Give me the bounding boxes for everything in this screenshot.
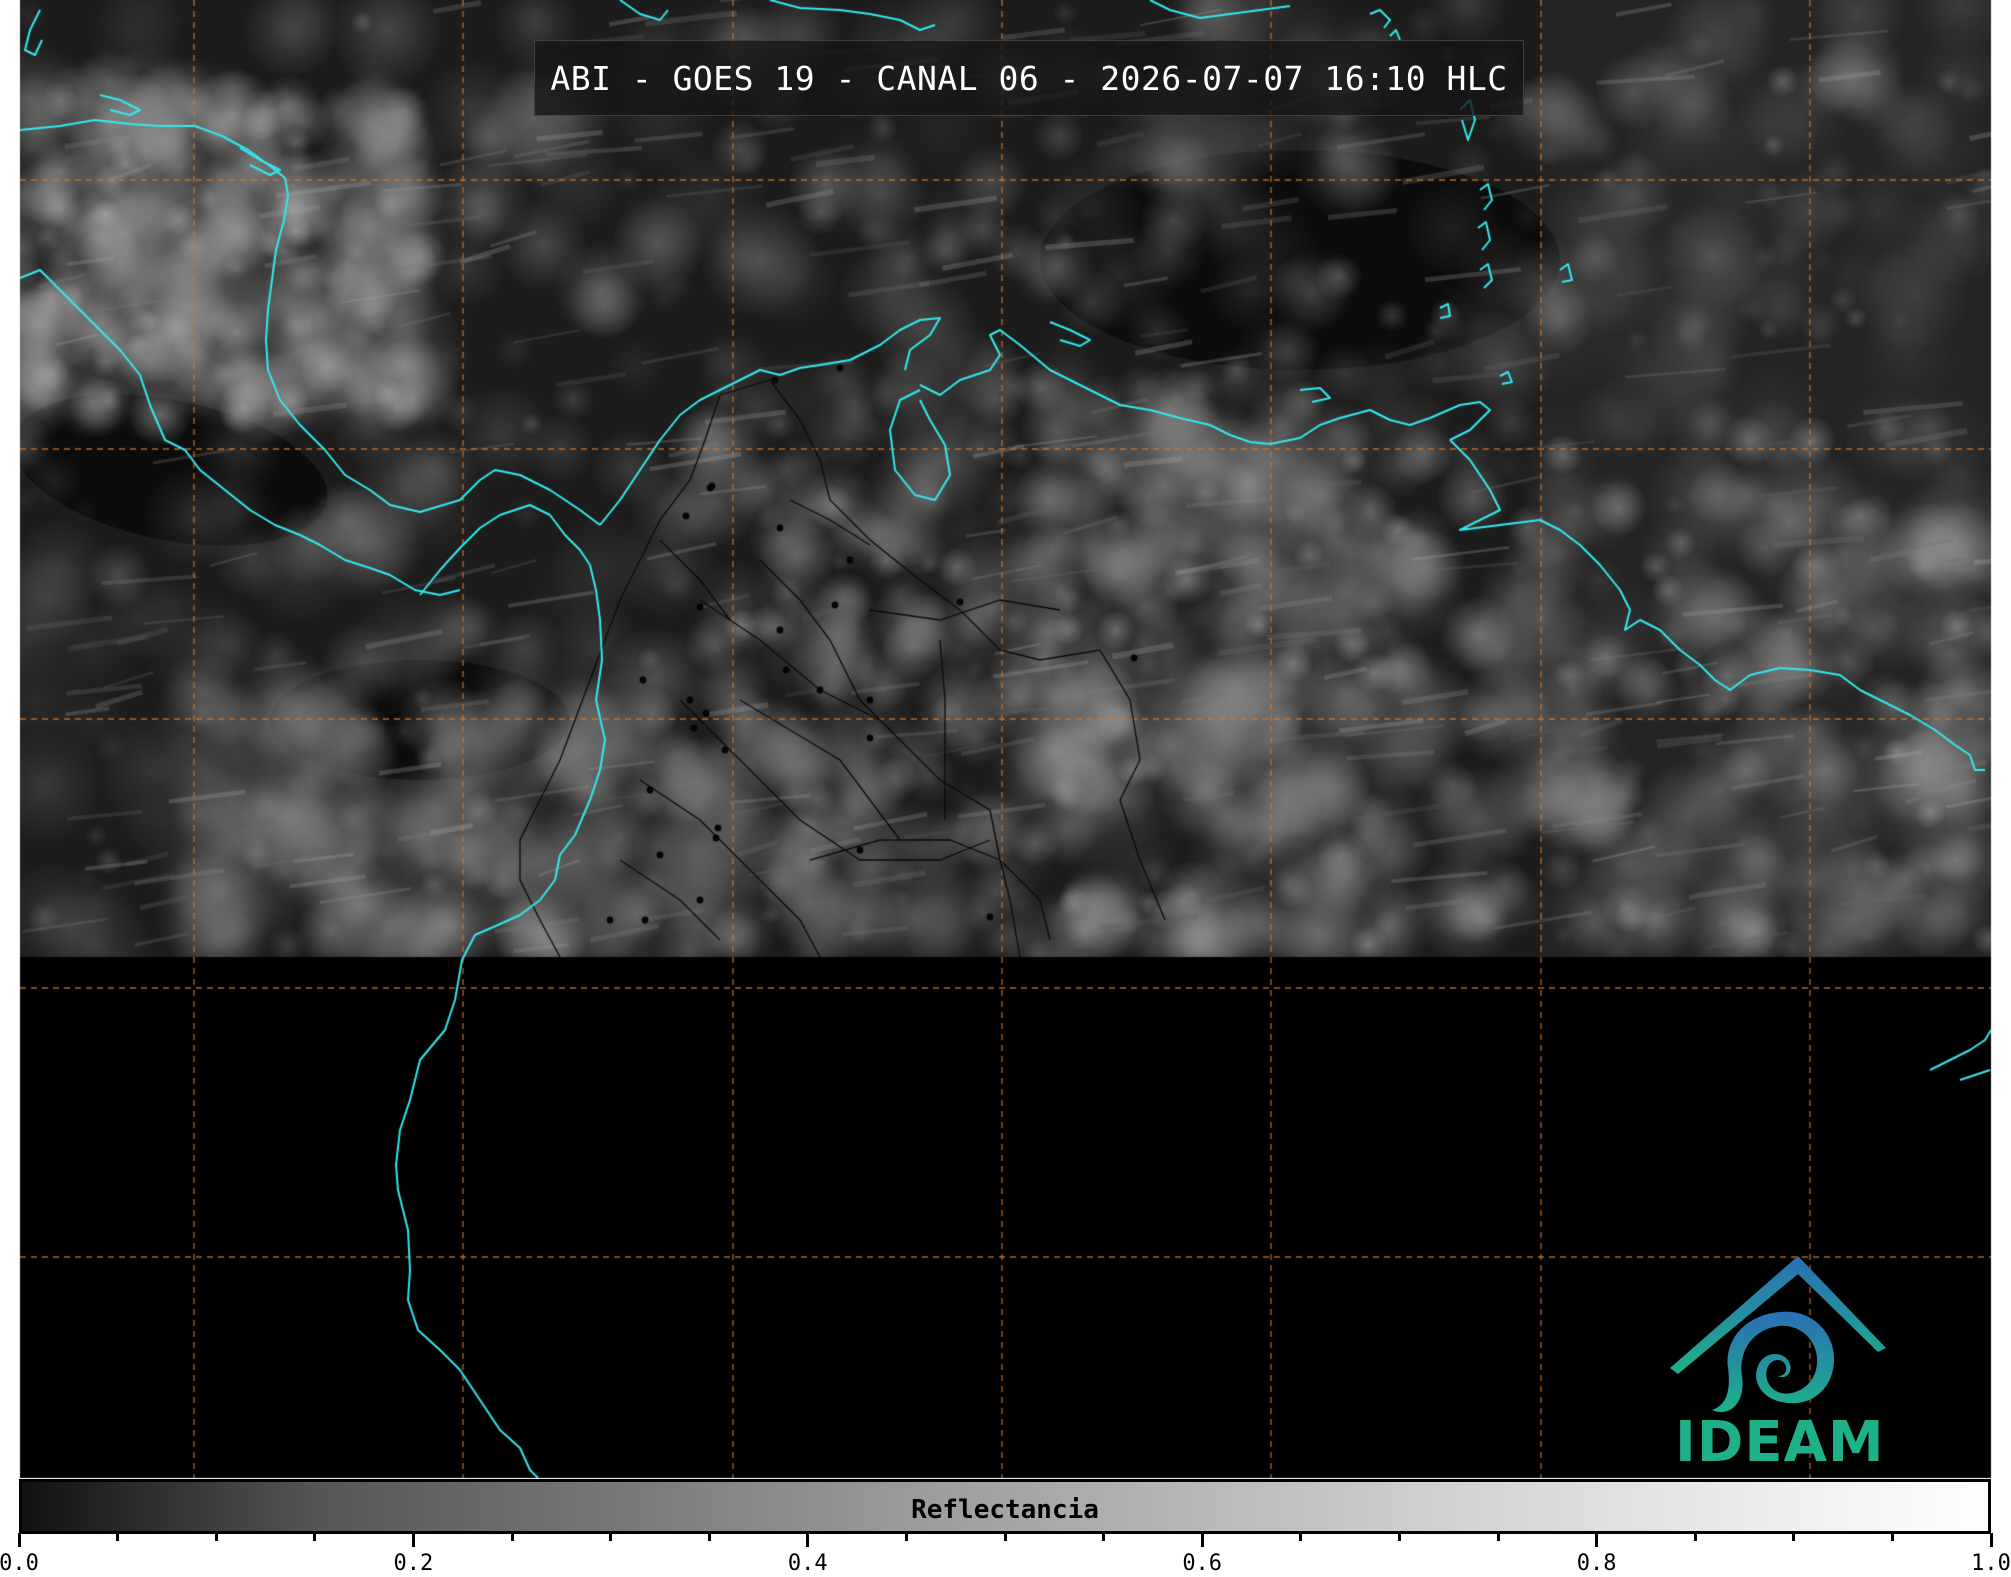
- colorbar-tick-label: 0.4: [787, 1551, 828, 1576]
- colorbar-tick-label: 0.6: [1182, 1551, 1223, 1576]
- colorbar-tick-label: 1.0: [1971, 1551, 2011, 1576]
- colorbar-tick-mark: [904, 1533, 908, 1541]
- colorbar-tick-mark: [707, 1533, 711, 1541]
- colorbar-tick-mark: [1299, 1533, 1303, 1541]
- colorbar-tick-mark: [1989, 1533, 1993, 1547]
- colorbar-tick-mark: [510, 1533, 514, 1541]
- colorbar-tick-mark: [17, 1533, 21, 1547]
- colorbar-tick-mark: [1792, 1533, 1796, 1541]
- colorbar-tick-label: 0.2: [393, 1551, 434, 1576]
- colorbar-tick-mark: [1890, 1533, 1894, 1541]
- colorbar-tick-mark: [1693, 1533, 1697, 1541]
- colorbar-tick-label: 0.8: [1576, 1551, 1617, 1576]
- colorbar-tick-mark: [1003, 1533, 1007, 1541]
- colorbar-tick-mark: [806, 1533, 810, 1547]
- colorbar-tick-mark: [1200, 1533, 1204, 1547]
- map-title: ABI - GOES 19 - CANAL 06 - 2026-07-07 16…: [534, 40, 1524, 116]
- colorbar-label: Reflectancia: [911, 1494, 1099, 1525]
- colorbar-tick-mark: [214, 1533, 218, 1541]
- colorbar-tick-mark: [1595, 1533, 1599, 1547]
- colorbar: Reflectancia: [19, 1479, 1991, 1534]
- ideam-logo-text: IDEAM: [1675, 1410, 1885, 1475]
- colorbar-tick-mark: [609, 1533, 613, 1541]
- colorbar-tick-mark: [1496, 1533, 1500, 1541]
- colorbar-tick-mark: [116, 1533, 120, 1541]
- colorbar-tick-mark: [1397, 1533, 1401, 1541]
- colorbar-tick-mark: [411, 1533, 415, 1547]
- map-title-text: ABI - GOES 19 - CANAL 06 - 2026-07-07 16…: [550, 58, 1508, 98]
- colorbar-tick-label: 0.0: [0, 1551, 39, 1576]
- colorbar-tick-mark: [313, 1533, 317, 1541]
- colorbar-tick-mark: [1102, 1533, 1106, 1541]
